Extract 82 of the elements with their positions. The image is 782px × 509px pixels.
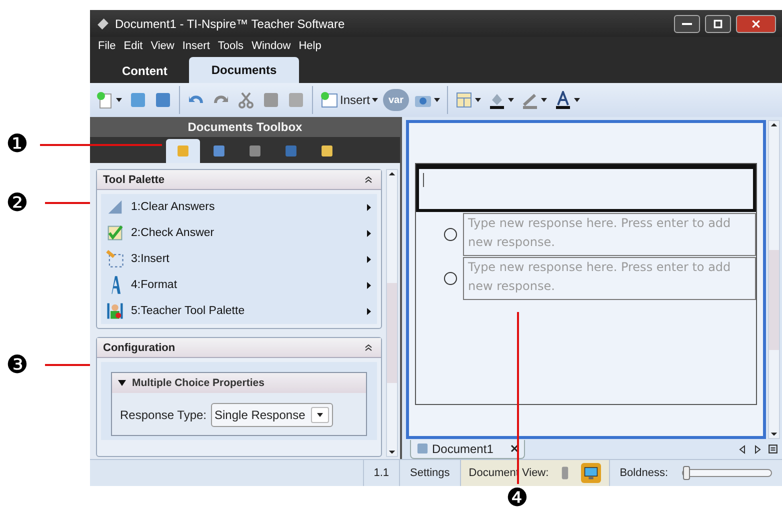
leader-line — [45, 364, 90, 366]
tab[interactable]: Content — [100, 59, 190, 83]
scrollbar[interactable] — [386, 169, 398, 457]
callout-number: ❶ — [6, 131, 28, 156]
caret-icon — [317, 413, 324, 417]
view-label: Document View: — [468, 467, 549, 479]
field-label: Response Type: — [120, 408, 207, 422]
menu-item[interactable]: Insert — [182, 40, 210, 52]
menu-item[interactable]: Window — [252, 40, 291, 52]
callout-number: ❸ — [6, 352, 28, 377]
scrollbar[interactable] — [768, 120, 780, 439]
submenu-arrow-icon — [367, 256, 371, 262]
submenu-arrow-icon — [367, 204, 371, 210]
previous-icon — [738, 444, 747, 454]
section-title: Tool Palette — [103, 174, 165, 186]
insert-page-icon — [320, 91, 338, 109]
leader-line — [45, 202, 90, 204]
palette-item[interactable]: 1:Clear Answers — [101, 194, 377, 220]
maximize-button[interactable] — [705, 14, 731, 32]
palette-item[interactable]: 3:Insert — [101, 246, 377, 272]
caret-icon — [508, 98, 514, 102]
scissors-icon — [237, 91, 255, 109]
toolbox-header: Documents Toolbox — [90, 117, 400, 137]
tab[interactable]: Documents — [189, 57, 299, 83]
caret-icon — [475, 98, 482, 102]
menu-item[interactable]: Edit — [124, 40, 143, 52]
person-icon — [105, 301, 125, 321]
radio-button[interactable] — [444, 272, 457, 285]
checkmark-icon — [105, 223, 125, 243]
boldness-label: Boldness: — [608, 460, 678, 486]
caret-icon — [372, 98, 378, 102]
next-icon — [753, 444, 762, 454]
section-title: Configuration — [103, 342, 176, 354]
response-field[interactable]: Type new response here. Press enter to add new response. — [463, 213, 756, 256]
minimize-icon — [682, 22, 692, 24]
caret-icon — [434, 98, 440, 102]
radio-button[interactable] — [444, 228, 457, 241]
palette-item[interactable]: 5:Teacher Tool Palette — [101, 298, 377, 324]
callout-number: ❹ — [506, 485, 528, 509]
palette-item[interactable]: 2:Check Answer — [101, 220, 377, 246]
collapse-icon — [364, 175, 373, 184]
close-icon — [510, 444, 520, 452]
close-button[interactable] — [736, 14, 776, 32]
scroll-down-icon — [388, 448, 396, 456]
group-title: Multiple Choice Properties — [132, 377, 264, 389]
monitor-icon — [584, 466, 598, 480]
list-icon — [768, 444, 778, 454]
computer-view-button[interactable] — [580, 463, 601, 483]
caret-icon — [574, 98, 580, 102]
letter-a-icon — [554, 91, 572, 109]
caret-icon — [541, 98, 548, 102]
palette-item[interactable]: 4:Format — [101, 272, 377, 298]
slider-thumb[interactable] — [683, 466, 690, 480]
new-document-icon — [96, 91, 114, 109]
submenu-arrow-icon — [367, 282, 371, 288]
scroll-down-icon — [770, 430, 778, 438]
menu-item[interactable]: File — [98, 40, 116, 52]
close-icon — [751, 18, 761, 28]
menu-item[interactable]: View — [150, 40, 174, 52]
expand-triangle-icon[interactable] — [118, 380, 126, 386]
response-field[interactable]: Type new response here. Press enter to add new response. — [463, 257, 756, 300]
grid-layout-icon — [455, 91, 474, 109]
maximize-icon — [713, 18, 723, 28]
pencil-icon — [521, 91, 540, 109]
caret-icon — [116, 98, 122, 102]
app-icon — [96, 16, 110, 30]
boldness-slider[interactable] — [682, 469, 772, 477]
window-title: Document1 - TI-Nspire™ Teacher Software — [115, 16, 346, 30]
page-number: 1.1 — [362, 460, 400, 486]
response-type-dropdown[interactable]: Single Response — [210, 403, 334, 427]
insert-icon — [105, 249, 125, 269]
callout-number: ❷ — [6, 190, 28, 215]
submenu-arrow-icon — [367, 308, 371, 314]
scroll-up-icon — [770, 121, 778, 129]
collapse-icon — [364, 343, 373, 352]
minimize-button[interactable] — [674, 14, 700, 32]
menu-item[interactable]: Help — [298, 40, 322, 52]
scroll-up-icon — [388, 170, 396, 178]
insert-button[interactable]: Insert — [318, 86, 380, 114]
menu-item[interactable]: Tools — [218, 40, 244, 52]
submenu-arrow-icon — [367, 230, 371, 236]
document-tab[interactable]: Document1 — [410, 440, 526, 458]
